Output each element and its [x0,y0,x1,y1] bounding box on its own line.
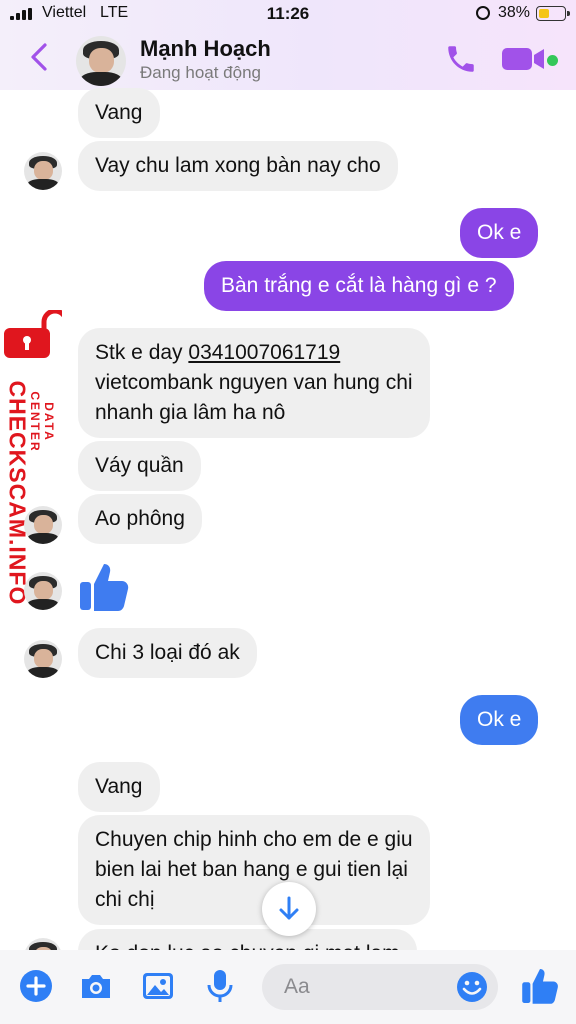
message-text: bien lai het ban hang e gui tien lại [95,858,408,881]
message-text: Chuyen chip hinh cho em de e giu [95,828,413,851]
message-incoming[interactable]: Chi 3 loại đó ak [78,628,257,678]
message-incoming[interactable]: Vang [78,762,160,812]
message-incoming[interactable]: Váy quần [78,441,201,491]
message-incoming-bank-info[interactable]: Stk e day 0341007061719 vietcombank nguy… [78,328,430,438]
message-incoming[interactable]: Ao phông [78,494,202,544]
battery-icon [536,6,570,21]
message-composer: Aa [0,950,576,1024]
message-outgoing[interactable]: Ok e [460,208,539,258]
padlock-icon [4,310,62,358]
sender-avatar[interactable] [24,152,62,190]
chat-header: Viettel LTE 11:26 38% Mạnh Hoạch Đang ho… [0,0,576,90]
message-incoming-multiline[interactable]: Chuyen chip hinh cho em de e giu bien la… [78,815,430,925]
message-outgoing[interactable]: Ok e [460,695,539,745]
video-call-icon[interactable] [502,46,546,72]
message-outgoing[interactable]: Bàn trắng e cắt là hàng gì e ? [204,261,514,311]
contact-name[interactable]: Mạnh Hoạch [140,36,271,62]
message-text: Stk e day [95,341,189,364]
thumbs-up-icon[interactable] [78,560,130,614]
plus-icon[interactable] [18,968,54,1004]
message-incoming[interactable]: Vay chu lam xong bàn nay cho [78,141,398,191]
message-text: chi chị [95,888,155,911]
microphone-icon[interactable] [202,968,238,1004]
arrow-down-icon [279,896,299,920]
photo-gallery-icon[interactable] [140,968,176,1004]
camera-icon[interactable] [78,968,114,1004]
like-button-thumbs-up-icon[interactable] [520,966,560,1006]
account-number-link[interactable]: 0341007061719 [188,341,340,364]
back-chevron-icon[interactable] [26,42,52,72]
rotation-lock-icon [476,6,490,20]
phone-call-icon[interactable] [444,42,478,76]
online-status-dot [547,55,558,66]
message-input-placeholder: Aa [284,975,310,998]
contact-avatar[interactable] [76,36,126,86]
battery-percent: 38% [497,4,530,21]
sender-avatar[interactable] [24,506,62,544]
scroll-to-bottom-button[interactable] [262,882,316,936]
message-incoming[interactable]: Vang [78,88,160,138]
messenger-chat-screen: Viettel LTE 11:26 38% Mạnh Hoạch Đang ho… [0,0,576,1024]
watermark-tagline: DATA CENTER [28,391,56,453]
sender-avatar[interactable] [24,572,62,610]
message-text: vietcombank nguyen van hung chi [95,371,413,394]
contact-status: Đang hoạt động [140,63,261,82]
emoji-icon[interactable] [456,971,488,1003]
message-text: nhanh gia lâm ha nô [95,401,286,424]
sender-avatar[interactable] [24,640,62,678]
